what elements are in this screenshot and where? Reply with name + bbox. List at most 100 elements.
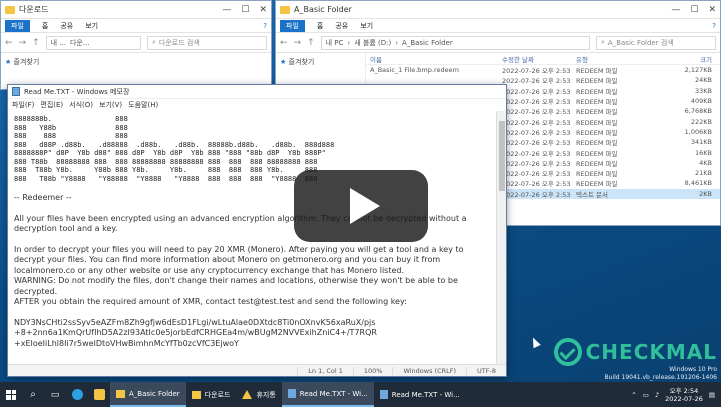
tab-view[interactable]: 보기: [360, 21, 373, 31]
file-size: 16KB: [695, 148, 712, 157]
tab-file[interactable]: 파일: [280, 19, 305, 32]
file-date: 2022-07-26 오후 2:53: [502, 98, 571, 107]
back-icon[interactable]: ←: [280, 38, 288, 48]
minimize-icon[interactable]: —: [222, 5, 231, 15]
start-button[interactable]: [0, 382, 22, 407]
taskbar-item-readme-2[interactable]: Read Me.TXT - Wi...: [374, 382, 466, 407]
maximize-icon[interactable]: ☐: [690, 5, 698, 15]
up-icon[interactable]: ↑: [32, 38, 40, 48]
tab-share[interactable]: 공유: [60, 21, 73, 31]
close-icon[interactable]: ✕: [708, 5, 716, 15]
video-play-button[interactable]: [294, 170, 428, 242]
address-bar[interactable]: 내 ... 다운...: [45, 35, 141, 50]
back-icon[interactable]: ←: [5, 38, 13, 48]
notepad-titlebar[interactable]: Read Me.TXT - Windows 메모장: [8, 85, 506, 99]
checkmark-icon: [553, 338, 582, 366]
notepad-icon: [12, 87, 20, 96]
network-icon[interactable]: ▭: [643, 391, 649, 399]
file-size: 409KB: [690, 97, 712, 106]
tab-view[interactable]: 보기: [85, 21, 98, 31]
nav-item-quick-access[interactable]: 즐겨찾기: [289, 58, 315, 66]
notepad-window[interactable]: Read Me.TXT - Windows 메모장 파일(F) 편집(E) 서식…: [7, 84, 507, 377]
forward-icon[interactable]: →: [294, 38, 302, 48]
breadcrumb-folder[interactable]: A_Basic Folder: [402, 39, 453, 47]
nav-item-quick-access[interactable]: 즐겨찾기: [14, 58, 40, 66]
search-icon: ⌕: [601, 38, 605, 46]
volume-icon[interactable]: ♪: [655, 391, 659, 399]
checkmal-watermark: CHECKMAL: [553, 338, 717, 366]
taskbar-item-recycle[interactable]: 휴지통: [236, 382, 281, 407]
file-type: REDEEM 파일: [576, 128, 618, 137]
task-view-icon[interactable]: ▭: [44, 382, 66, 407]
notepad-status-bar: Ln 1, Col 1 100% Windows (CRLF) UTF-8: [8, 364, 506, 376]
vertical-scrollbar[interactable]: [496, 111, 506, 364]
help-icon[interactable]: ?: [712, 22, 716, 30]
column-name[interactable]: 이름: [366, 54, 502, 64]
minimize-icon[interactable]: —: [671, 5, 680, 15]
file-type: REDEEM 파일: [576, 67, 618, 76]
tab-home[interactable]: 홈: [42, 21, 48, 31]
scrollbar-thumb[interactable]: [499, 121, 505, 191]
cursor-position: Ln 1, Col 1: [297, 366, 353, 375]
clock[interactable]: 오후 2:54 2022-07-26: [665, 387, 703, 403]
forward-icon[interactable]: →: [19, 38, 27, 48]
file-date: 2022-07-26 오후 2:53: [502, 139, 571, 148]
menu-edit[interactable]: 편집(E): [40, 100, 63, 110]
menu-format[interactable]: 서식(O): [69, 100, 93, 110]
system-tray: ⌃ ▭ ♪ 오후 2:54 2022-07-26 ▤: [631, 387, 721, 403]
ribbon-tabs: 파일 홈 공유 보기 ?: [276, 19, 720, 33]
maximize-icon[interactable]: ☐: [241, 5, 249, 15]
file-size: 4KB: [699, 158, 712, 167]
file-type: REDEEM 파일: [576, 108, 618, 117]
tab-home[interactable]: 홈: [317, 21, 323, 31]
explorer-window-downloads[interactable]: 다운로드 — ☐ ✕ 파일 홈 공유 보기 ? ← → ↑ 내 ... 다운..…: [0, 0, 272, 90]
zoom-level: 100%: [352, 366, 393, 375]
note-paragraph: In order to decrypt your files you will …: [14, 244, 464, 275]
column-date[interactable]: 수정한 날짜: [502, 54, 576, 64]
notification-icon[interactable]: ▤: [709, 391, 715, 399]
file-size: 33KB: [695, 86, 712, 95]
menu-help[interactable]: 도움말(H): [128, 100, 158, 110]
taskbar-item-readme-1[interactable]: Read Me.TXT - Wi...: [281, 382, 374, 407]
file-type: 텍스트 문서: [576, 190, 608, 199]
explorer-icon[interactable]: [88, 382, 110, 407]
search-input[interactable]: ⌕ A_Basic Folder 검색: [596, 35, 716, 50]
notepad-icon: [379, 390, 388, 399]
chevron-up-icon[interactable]: ⌃: [631, 391, 636, 399]
breadcrumb-volume[interactable]: 새 볼륨 (D:): [354, 38, 391, 48]
tab-share[interactable]: 공유: [335, 21, 348, 31]
breadcrumb-this-pc[interactable]: 내 PC: [326, 38, 344, 48]
taskbar-item-basic-folder[interactable]: A_Basic Folder: [110, 382, 186, 407]
close-icon[interactable]: ✕: [259, 5, 267, 15]
file-size: 341KB: [690, 138, 712, 147]
file-size: 2KB: [699, 189, 712, 198]
folder-icon: [116, 389, 125, 398]
column-type[interactable]: 유형: [576, 54, 668, 64]
up-icon[interactable]: ↑: [307, 38, 315, 48]
search-icon[interactable]: ⌕: [22, 389, 44, 400]
titlebar[interactable]: 다운로드 — ☐ ✕: [1, 1, 271, 19]
os-version-info: Windows 10 Pro Build 19041.vb_release.19…: [604, 366, 717, 381]
search-input[interactable]: ⌕ 다운로드 검색: [147, 35, 267, 50]
taskbar-item-downloads[interactable]: 다운로드: [186, 382, 237, 407]
tab-file[interactable]: 파일: [5, 19, 30, 32]
note-paragraph: AFTER you obtain the required amount of …: [14, 297, 407, 306]
file-date: 2022-07-26 오후 2:53: [502, 170, 571, 179]
ribbon-tabs: 파일 홈 공유 보기 ?: [1, 19, 271, 33]
address-bar[interactable]: 내 PC › 새 볼륨 (D:) › A_Basic Folder: [320, 35, 590, 50]
file-date: 2022-07-26 오후 2:53: [502, 128, 571, 137]
edge-icon[interactable]: [66, 382, 88, 407]
note-paragraph: WARNING: Do not modify the files, don't …: [14, 276, 458, 296]
taskbar: ⌕ ▭ A_Basic Folder 다운로드 휴지통 Read Me.TXT …: [0, 382, 721, 407]
warning-icon: [242, 390, 253, 399]
titlebar[interactable]: A_Basic Folder — ☐ ✕: [276, 1, 720, 19]
help-icon[interactable]: ?: [263, 22, 267, 30]
file-date: 2022-07-26 오후 2:53: [502, 190, 571, 199]
column-headers: 이름 수정한 날짜 유형 크기: [366, 53, 720, 65]
file-row[interactable]: A_Basic_1 File.bmp.redeem 2022-07-26 오후 2…: [366, 65, 720, 75]
column-size[interactable]: 크기: [668, 54, 718, 64]
file-date: 2022-07-26 오후 2:53: [502, 77, 571, 86]
watermark-text: CHECKMAL: [585, 340, 717, 364]
menu-file[interactable]: 파일(F): [12, 100, 34, 110]
menu-view[interactable]: 보기(V): [99, 100, 122, 110]
